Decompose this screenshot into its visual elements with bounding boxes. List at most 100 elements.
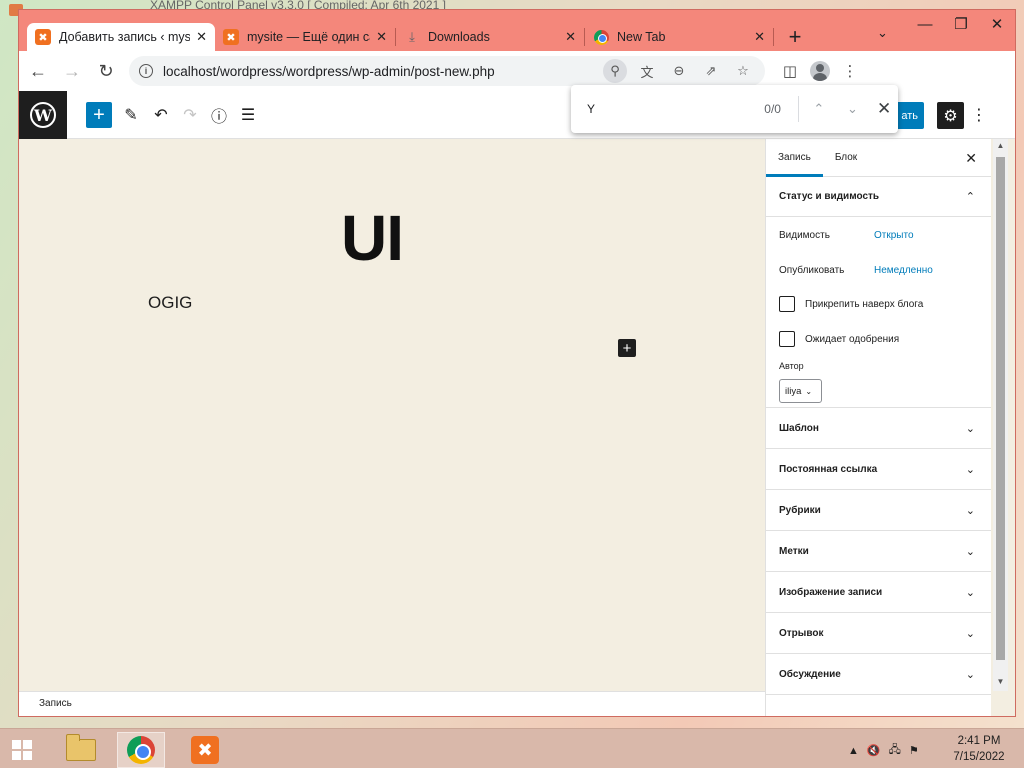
tags-panel-toggle[interactable]: Метки ⌄ <box>766 531 991 572</box>
tab-close-icon[interactable]: ✕ <box>565 29 576 45</box>
wordpress-editor-page: W + ✎ ↶ ↷ ⓘ ☰ ать ⚙ ⋮ UI OGIG + Запись Б… <box>19 91 1015 716</box>
categories-panel-toggle[interactable]: Рубрики ⌄ <box>766 490 991 531</box>
tab-new-tab[interactable]: New Tab ✕ <box>585 23 773 51</box>
side-panel-icon[interactable]: ◫ <box>775 56 805 86</box>
clock-time: 2:41 PM <box>957 735 1001 747</box>
sidebar-tabs: Запись Блок ✕ <box>766 139 991 177</box>
sticky-checkbox[interactable] <box>779 296 795 312</box>
taskbar-chrome[interactable] <box>117 732 165 768</box>
author-label: Автор <box>779 361 804 371</box>
find-separator <box>797 96 799 122</box>
zoom-icon[interactable]: ⊖ <box>667 59 691 83</box>
block-inserter-button[interactable]: + <box>618 339 636 357</box>
status-visibility-panel: Видимость Открыто Опубликовать Немедленн… <box>766 217 991 408</box>
site-info-icon[interactable]: i <box>139 64 153 78</box>
post-title[interactable]: UI <box>341 201 404 275</box>
browser-window: — ❐ ✕ ✖ Добавить запись ‹ mysite ✕ ✖ mys… <box>18 9 1016 717</box>
chrome-icon <box>127 736 155 764</box>
find-close-icon[interactable]: ✕ <box>870 95 898 123</box>
sidebar-close-icon[interactable]: ✕ <box>965 150 977 167</box>
sidebar-scrollbar[interactable]: ▲ ▼ <box>993 139 1008 691</box>
pending-row: Ожидает одобрения <box>779 331 899 347</box>
status-visibility-panel-toggle[interactable]: Статус и видимость ⌃ <box>766 177 991 217</box>
wordpress-logo[interactable]: W <box>19 91 67 139</box>
edit-pencil-icon[interactable]: ✎ <box>119 103 143 127</box>
panel-title: Шаблон <box>779 422 819 434</box>
publish-date-link[interactable]: Немедленно <box>874 265 933 276</box>
scroll-up-icon[interactable]: ▲ <box>996 141 1005 150</box>
tab-title: New Tab <box>617 30 666 44</box>
tab-close-icon[interactable]: ✕ <box>376 29 387 45</box>
panel-title: Постоянная ссылка <box>779 463 878 475</box>
taskbar-file-explorer[interactable] <box>57 732 105 768</box>
tab-separator <box>773 28 774 46</box>
chrome-icon <box>593 29 609 45</box>
tab-title: Добавить запись ‹ mysite <box>59 30 191 44</box>
panel-title: Отрывок <box>779 627 824 639</box>
find-in-page-icon[interactable]: ⚲ <box>603 59 627 83</box>
restore-button[interactable]: ❐ <box>943 10 979 38</box>
xampp-icon: ✖ <box>223 29 239 45</box>
scrollbar-thumb[interactable] <box>996 157 1005 660</box>
forward-arrow-icon[interactable]: → <box>57 56 87 86</box>
tray-chevron-up-icon[interactable]: ▲ <box>848 745 859 757</box>
scroll-down-icon[interactable]: ▼ <box>996 677 1005 686</box>
visibility-link[interactable]: Открыто <box>874 230 914 241</box>
find-next-icon[interactable]: ⌄ <box>839 95 867 123</box>
list-view-icon[interactable]: ☰ <box>236 103 260 127</box>
taskbar-xampp[interactable]: ✖ <box>181 732 229 768</box>
taskbar-clock[interactable]: 2:41 PM 7/15/2022 <box>950 733 1008 765</box>
tab-post[interactable]: Запись <box>766 139 823 177</box>
redo-icon[interactable]: ↷ <box>178 103 202 127</box>
excerpt-panel-toggle[interactable]: Отрывок ⌄ <box>766 613 991 654</box>
reload-icon[interactable]: ↻ <box>91 56 121 86</box>
editor-options-icon[interactable]: ⋮ <box>971 103 987 127</box>
undo-icon[interactable]: ↶ <box>149 103 173 127</box>
minimize-button[interactable]: — <box>907 10 943 38</box>
tab-close-icon[interactable]: ✕ <box>754 29 765 45</box>
chevron-down-icon: ⌄ <box>965 463 975 476</box>
tab-mysite[interactable]: ✖ mysite — Ещё один сайт ✕ <box>215 23 395 51</box>
sticky-label: Прикрепить наверх блога <box>805 298 924 310</box>
details-info-icon[interactable]: ⓘ <box>207 103 231 127</box>
tab-search-chevron-icon[interactable]: ⌄ <box>877 25 888 41</box>
paragraph-block[interactable]: OGIG <box>148 293 192 313</box>
tab-close-icon[interactable]: ✕ <box>196 29 207 45</box>
featured-image-panel-toggle[interactable]: Изображение записи ⌄ <box>766 572 991 613</box>
tab-add-post[interactable]: ✖ Добавить запись ‹ mysite ✕ <box>27 23 215 51</box>
tab-downloads[interactable]: ⤓ Downloads ✕ <box>396 23 584 51</box>
panel-title: Рубрики <box>779 504 821 516</box>
pending-review-checkbox[interactable] <box>779 331 795 347</box>
chevron-down-icon: ⌄ <box>965 504 975 517</box>
volume-muted-icon[interactable]: 🔇 <box>867 744 881 757</box>
new-tab-button[interactable]: + <box>778 23 812 51</box>
action-center-icon[interactable]: ⚑ <box>909 744 919 757</box>
panel-title: Статус и видимость <box>779 191 880 202</box>
url-text[interactable]: localhost/wordpress/wordpress/wp-admin/p… <box>163 64 595 79</box>
publish-date-row: Опубликовать Немедленно <box>779 265 933 276</box>
settings-sidebar: Запись Блок ✕ Статус и видимость ⌃ Видим… <box>765 139 991 716</box>
chevron-down-icon: ⌄ <box>965 422 975 435</box>
find-previous-icon[interactable]: ⌃ <box>805 95 833 123</box>
share-icon[interactable]: ⇗ <box>699 59 723 83</box>
network-icon[interactable]: 🖧 <box>889 741 901 760</box>
settings-gear-icon[interactable]: ⚙ <box>937 102 964 129</box>
block-breadcrumb[interactable]: Запись <box>19 691 765 716</box>
translate-icon[interactable]: 文 <box>635 59 659 83</box>
template-panel-toggle[interactable]: Шаблон ⌄ <box>766 408 991 449</box>
discussion-panel-toggle[interactable]: Обсуждение ⌄ <box>766 654 991 695</box>
back-arrow-icon[interactable]: ← <box>23 56 53 86</box>
profile-avatar[interactable] <box>810 61 830 81</box>
browser-menu-icon[interactable]: ⋮ <box>835 56 865 86</box>
bookmark-star-icon[interactable]: ☆ <box>731 59 755 83</box>
find-input[interactable]: Y <box>587 102 735 116</box>
window-close-button[interactable]: ✕ <box>979 10 1015 38</box>
tab-title: Downloads <box>428 30 490 44</box>
tab-block[interactable]: Блок <box>823 139 869 177</box>
add-block-button[interactable]: + <box>86 102 112 128</box>
windows-start-icon[interactable] <box>6 735 38 763</box>
permalink-panel-toggle[interactable]: Постоянная ссылка ⌄ <box>766 449 991 490</box>
author-select[interactable]: iliya ⌄ <box>779 379 822 403</box>
address-bar[interactable]: i localhost/wordpress/wordpress/wp-admin… <box>129 56 765 86</box>
download-icon: ⤓ <box>409 29 415 44</box>
